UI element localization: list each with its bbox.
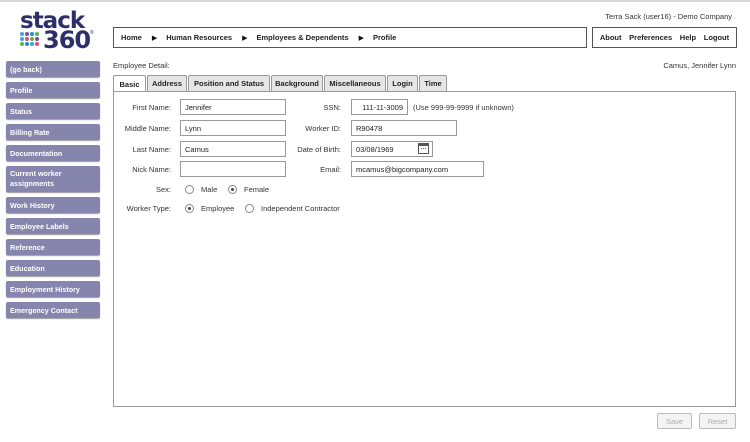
email-label: Email: bbox=[320, 165, 341, 174]
tab-bar: Basic Address Position and Status Backgr… bbox=[113, 75, 448, 92]
email-input[interactable]: mcamus@bigcompany.com bbox=[351, 161, 484, 177]
middle-name-input[interactable]: Lynn bbox=[180, 120, 286, 136]
tab-background[interactable]: Background bbox=[271, 75, 323, 91]
breadcrumb-arrow-icon: ▶ bbox=[151, 34, 158, 42]
sex-label: Sex: bbox=[155, 185, 171, 194]
middle-name-label: Middle Name: bbox=[124, 124, 171, 133]
breadcrumb: Home ▶ Human Resources ▶ Employees & Dep… bbox=[113, 27, 587, 48]
employee-detail-label: Employee Detail: bbox=[113, 61, 170, 70]
ssn-hint: (Use 999-99-9999 if unknown) bbox=[413, 103, 514, 112]
employee-name: Camus, Jennifer Lynn bbox=[663, 61, 736, 70]
sidebar-item-emergency-contact[interactable]: Emergency Contact bbox=[6, 302, 100, 318]
breadcrumb-arrow-icon: ▶ bbox=[358, 34, 364, 42]
sidebar: (go back) Profile Status Billing Rate Do… bbox=[6, 61, 100, 323]
sidebar-item-billing-rate[interactable]: Billing Rate bbox=[6, 124, 100, 140]
breadcrumb-employees-dependents[interactable]: Employees & Dependents bbox=[256, 33, 348, 42]
tab-basic[interactable]: Basic bbox=[113, 75, 146, 92]
worker-type-contractor-radio[interactable] bbox=[245, 204, 254, 213]
sidebar-item-work-history[interactable]: Work History bbox=[6, 197, 100, 213]
date-of-birth-label: Date of Birth: bbox=[297, 145, 341, 154]
ssn-input[interactable]: 111-11-3009 bbox=[351, 99, 408, 115]
sidebar-item-employee-labels[interactable]: Employee Labels bbox=[6, 218, 100, 234]
nick-name-input[interactable] bbox=[180, 161, 286, 177]
worker-id-label: Worker ID: bbox=[305, 124, 341, 133]
last-name-input[interactable]: Camus bbox=[180, 141, 286, 157]
breadcrumb-profile[interactable]: Profile bbox=[373, 33, 396, 42]
first-name-label: First Name: bbox=[132, 103, 171, 112]
preferences-link[interactable]: Preferences bbox=[629, 33, 672, 42]
breadcrumb-home[interactable]: Home bbox=[121, 33, 142, 42]
reset-button[interactable]: Reset bbox=[699, 413, 736, 429]
tab-login[interactable]: Login bbox=[387, 75, 418, 91]
sidebar-item-employment-history[interactable]: Employment History bbox=[6, 281, 100, 297]
worker-type-contractor-label: Independent Contractor bbox=[261, 204, 340, 213]
sex-female-radio[interactable] bbox=[228, 185, 237, 194]
logo-word-360: 360 bbox=[43, 26, 91, 54]
breadcrumb-arrow-icon: ▶ bbox=[242, 34, 248, 42]
logo-dots-icon bbox=[20, 32, 44, 52]
worker-type-employee-radio[interactable] bbox=[185, 204, 194, 213]
top-links: About Preferences Help Logout bbox=[592, 27, 737, 48]
last-name-label: Last Name: bbox=[132, 145, 171, 154]
help-link[interactable]: Help bbox=[680, 33, 696, 42]
ssn-label: SSN: bbox=[323, 103, 341, 112]
top-border bbox=[0, 0, 750, 2]
worker-id-input[interactable]: R90478 bbox=[351, 120, 457, 136]
sidebar-item-current-worker-assignments[interactable]: Current worker assignments bbox=[6, 166, 100, 192]
basic-tab-panel: First Name: Jennifer Middle Name: Lynn L… bbox=[113, 91, 736, 407]
sex-male-radio[interactable] bbox=[185, 185, 194, 194]
nick-name-label: Nick Name: bbox=[132, 165, 171, 174]
logo-registered-mark: ® bbox=[90, 30, 94, 36]
sidebar-item-documentation[interactable]: Documentation bbox=[6, 145, 100, 161]
logout-link[interactable]: Logout bbox=[704, 33, 729, 42]
current-user-info: Terra Sack (user16) - Demo Company bbox=[605, 12, 732, 21]
stack360-logo[interactable]: stack 360 ® bbox=[16, 8, 96, 54]
calendar-icon[interactable] bbox=[418, 143, 429, 154]
save-button[interactable]: Save bbox=[657, 413, 692, 429]
worker-type-employee-label: Employee bbox=[201, 204, 235, 213]
first-name-input[interactable]: Jennifer bbox=[180, 99, 286, 115]
sidebar-item-status[interactable]: Status bbox=[6, 103, 100, 119]
sidebar-item-education[interactable]: Education bbox=[6, 260, 100, 276]
worker-type-label: Worker Type: bbox=[126, 204, 171, 213]
breadcrumb-human-resources[interactable]: Human Resources bbox=[166, 33, 232, 42]
sex-female-label: Female bbox=[244, 185, 270, 194]
tab-position-and-status[interactable]: Position and Status bbox=[188, 75, 270, 91]
sex-male-label: Male bbox=[201, 185, 218, 194]
tab-address[interactable]: Address bbox=[147, 75, 187, 91]
about-link[interactable]: About bbox=[600, 33, 622, 42]
tab-time[interactable]: Time bbox=[419, 75, 447, 91]
sidebar-item-reference[interactable]: Reference bbox=[6, 239, 100, 255]
sidebar-item-profile[interactable]: Profile bbox=[6, 82, 100, 98]
sidebar-item-go-back[interactable]: (go back) bbox=[6, 61, 100, 77]
tab-miscellaneous[interactable]: Miscellaneous bbox=[324, 75, 386, 91]
